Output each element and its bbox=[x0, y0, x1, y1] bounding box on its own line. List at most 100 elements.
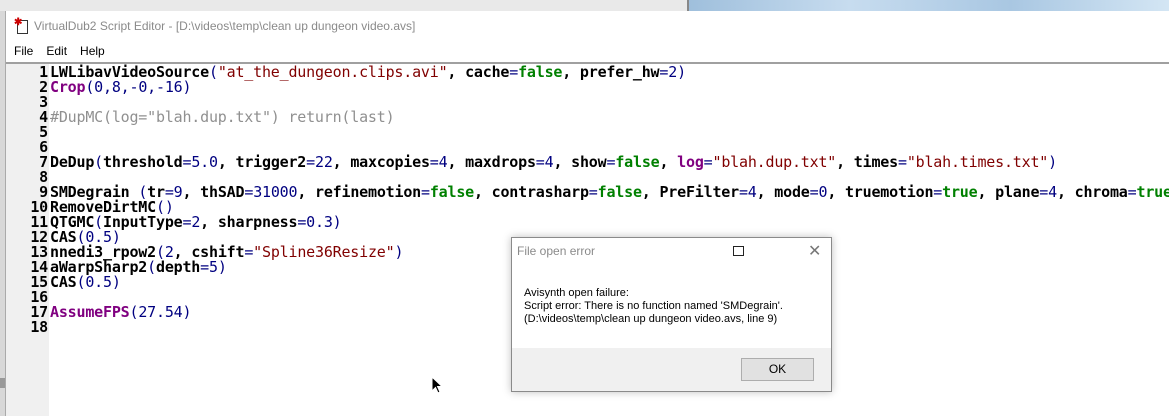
code-token: = bbox=[200, 258, 209, 276]
code-token: = bbox=[897, 153, 907, 171]
desktop-background bbox=[0, 0, 687, 11]
code-token: = bbox=[244, 183, 254, 201]
code-token: 4 bbox=[1048, 183, 1057, 201]
code-token: 2 bbox=[191, 213, 201, 231]
menu-edit[interactable]: Edit bbox=[41, 44, 72, 58]
ok-button[interactable]: OK bbox=[741, 358, 814, 381]
code-token: , bbox=[659, 153, 678, 171]
code-token: threshold bbox=[103, 153, 183, 171]
code-token: = bbox=[182, 213, 192, 231]
code-token: false bbox=[429, 183, 474, 201]
code-token: ( bbox=[94, 153, 103, 171]
code-token: ) bbox=[332, 213, 342, 231]
code-line[interactable]: 11 QTGMC(InputType=2, sharpness=0.3) bbox=[6, 215, 1169, 230]
code-token: depth bbox=[155, 258, 201, 276]
dialog-system-icon bbox=[733, 246, 744, 256]
dialog-title: File open error bbox=[517, 244, 596, 258]
code-token: false bbox=[615, 153, 660, 171]
code-line[interactable]: 9 SMDegrain (tr=9, thSAD=31000, refinemot… bbox=[6, 185, 1169, 200]
desktop-wallpaper bbox=[687, 0, 1169, 11]
code-token: ( bbox=[85, 78, 95, 96]
code-token: , refinemotion bbox=[297, 183, 421, 201]
code-token: = bbox=[588, 183, 598, 201]
code-token: = bbox=[429, 153, 439, 171]
code-token: , prefer_hw bbox=[562, 63, 660, 81]
title-bar[interactable]: ✱ VirtualDub2 Script Editor - [D:\videos… bbox=[6, 11, 1169, 40]
code-token: 22 bbox=[314, 153, 333, 171]
message-line: (D:\videos\temp\clean up dungeon video.a… bbox=[524, 313, 778, 325]
message-line: Avisynth open failure: bbox=[524, 287, 629, 299]
code-token: , PreFilter bbox=[641, 183, 739, 201]
mouse-cursor-icon bbox=[431, 376, 443, 394]
code-token: ) bbox=[394, 243, 404, 261]
code-token: 9 bbox=[173, 183, 183, 201]
line-text bbox=[49, 320, 50, 335]
line-number: 18 bbox=[30, 318, 48, 336]
code-token: , chroma bbox=[1056, 183, 1128, 201]
code-token: , contrasharp bbox=[473, 183, 589, 201]
code-token: ) bbox=[182, 303, 192, 321]
code-token: , cache bbox=[447, 63, 510, 81]
code-token: = bbox=[659, 63, 669, 81]
code-token: true bbox=[942, 183, 978, 201]
message-line: Script error: There is no function named… bbox=[524, 300, 783, 312]
code-token: , plane bbox=[977, 183, 1040, 201]
code-token: , trigger2 bbox=[217, 153, 307, 171]
code-token: ) bbox=[1048, 153, 1057, 171]
code-token: = bbox=[297, 213, 307, 231]
code-token: = bbox=[738, 183, 748, 201]
code-token: 5.0 bbox=[191, 153, 218, 171]
code-token: false bbox=[518, 63, 563, 81]
code-line[interactable]: 7 DeDup(threshold=5.0, trigger2=22, maxco… bbox=[6, 155, 1169, 170]
code-token: true bbox=[1136, 183, 1169, 201]
code-token: ( bbox=[208, 63, 218, 81]
code-line[interactable]: 4 #DupMC(log="blah.dup.txt") return(last) bbox=[6, 110, 1169, 125]
code-token: = bbox=[703, 153, 713, 171]
code-token: ( bbox=[129, 303, 139, 321]
close-icon[interactable]: ✕ bbox=[808, 241, 821, 261]
line-text: SMDegrain (tr=9, thSAD=31000, refinemoti… bbox=[49, 185, 1169, 200]
line-text: CAS(0.5) bbox=[49, 275, 121, 290]
code-token: , sharpness bbox=[200, 213, 298, 231]
code-token: Crop bbox=[50, 78, 86, 96]
code-token: = bbox=[1039, 183, 1049, 201]
code-token: , mode bbox=[756, 183, 810, 201]
code-token: 0.3 bbox=[306, 213, 333, 231]
code-line[interactable]: 2 Crop(0,8,-0,-16) bbox=[6, 80, 1169, 95]
code-token: , times bbox=[836, 153, 898, 171]
line-text bbox=[49, 125, 50, 140]
code-token: "at_the_dungeon.clips.avi" bbox=[217, 63, 448, 81]
code-token: 0,8,-0,-16 bbox=[94, 78, 183, 96]
code-token: = bbox=[535, 153, 545, 171]
code-token: ) bbox=[182, 78, 192, 96]
menu-bar: File Edit Help bbox=[6, 40, 1169, 61]
code-token: "blah.dup.txt" bbox=[712, 153, 837, 171]
window-title: VirtualDub2 Script Editor - [D:\videos\t… bbox=[34, 18, 416, 33]
code-token: CAS bbox=[50, 273, 77, 291]
menu-file[interactable]: File bbox=[9, 44, 38, 58]
app-icon: ✱ bbox=[14, 17, 28, 34]
code-token: = bbox=[182, 153, 192, 171]
code-token: = bbox=[606, 153, 616, 171]
code-token: = bbox=[509, 63, 519, 81]
line-text: AssumeFPS(27.54) bbox=[49, 303, 192, 321]
code-token: = bbox=[933, 183, 943, 201]
code-line[interactable]: 5 bbox=[6, 125, 1169, 140]
line-text: DeDup(threshold=5.0, trigger2=22, maxcop… bbox=[49, 155, 1057, 170]
code-token: ) bbox=[677, 63, 686, 81]
code-token: "Spline36Resize" bbox=[253, 243, 395, 261]
code-token: "blah.times.txt" bbox=[906, 153, 1049, 171]
dialog-message: Avisynth open failure: Script error: The… bbox=[524, 287, 783, 326]
menu-help[interactable]: Help bbox=[75, 44, 110, 58]
code-token: 0 bbox=[818, 183, 828, 201]
code-token: ) bbox=[217, 258, 227, 276]
code-token: = bbox=[306, 153, 315, 171]
code-token: DeDup bbox=[50, 153, 95, 171]
code-token: 31000 bbox=[253, 183, 298, 201]
code-token: 27.54 bbox=[138, 303, 183, 321]
code-token: , maxdrops bbox=[447, 153, 536, 171]
code-token: false bbox=[597, 183, 642, 201]
code-token: = bbox=[244, 243, 254, 261]
code-token: , thSAD bbox=[182, 183, 245, 201]
code-token: log bbox=[677, 153, 704, 171]
